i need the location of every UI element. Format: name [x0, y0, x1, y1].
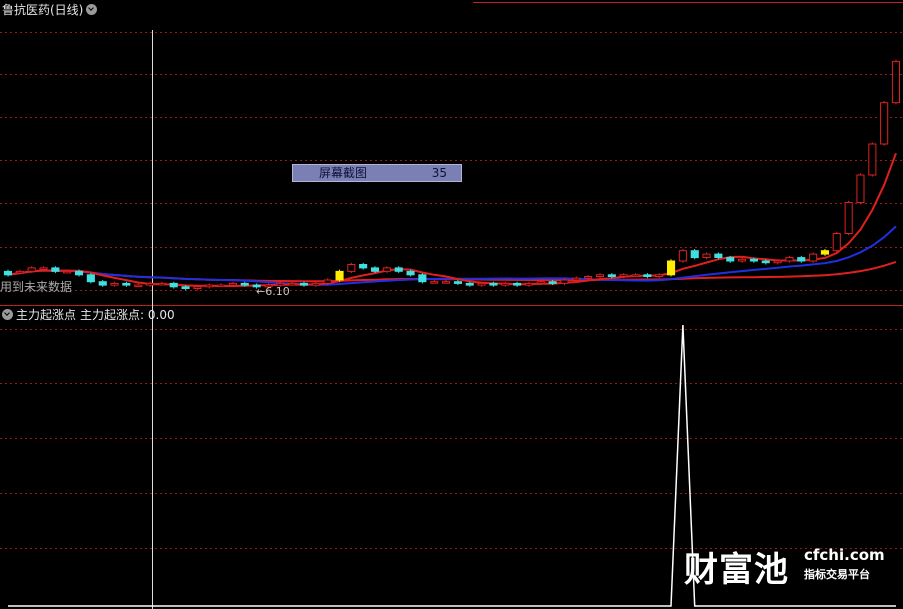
candle-body [110, 282, 119, 286]
candle-body [453, 281, 462, 284]
price-marker-label: ←6.10 [256, 285, 290, 298]
candle-body [418, 274, 427, 283]
candle-body [631, 274, 640, 277]
candle-body [465, 282, 474, 286]
candle-body [501, 282, 510, 286]
candle-body [702, 253, 711, 259]
candle-body [217, 284, 226, 288]
candle-body [51, 267, 60, 272]
candle-body [3, 270, 12, 276]
candle-body [39, 267, 48, 270]
candle-body [548, 281, 557, 284]
candle-body [667, 260, 676, 276]
main-panel-title[interactable]: 鲁抗医药(日线) [2, 3, 98, 17]
candle-body [738, 258, 747, 262]
candle-body [856, 174, 865, 203]
candle-body [311, 282, 320, 286]
chevron-down-icon[interactable] [86, 4, 98, 15]
candle-body [749, 258, 759, 262]
arrow-left-icon: ← [256, 285, 265, 298]
indicator-value: 主力起涨点: 0.00 [80, 308, 175, 322]
candle-body [181, 286, 190, 289]
candle-body [714, 253, 723, 259]
candle-body [430, 281, 439, 284]
candle-body [442, 281, 451, 284]
candle-body [347, 264, 356, 272]
candle-body [536, 281, 545, 284]
ma-mid-line [7, 225, 897, 286]
candle-body [880, 102, 889, 145]
candle-body [359, 264, 368, 269]
future-data-label: 用到未来数据 [0, 280, 73, 294]
watermark-tagline: 指标交易平台 [804, 568, 870, 581]
candle-body [299, 282, 308, 286]
candle-body [678, 250, 687, 262]
sub-panel-title[interactable]: 主力起涨点 主力起涨点: 0.00 [2, 308, 175, 322]
candle-body [785, 257, 794, 262]
candle-body [868, 143, 877, 176]
candle-body [809, 253, 818, 262]
stock-chart-canvas: ←6.10 [0, 2, 903, 609]
candle-body [63, 270, 72, 274]
candle-body [134, 284, 143, 288]
candle-body [655, 274, 664, 277]
candle-body [205, 284, 214, 288]
candle-body [27, 267, 36, 272]
screenshot-number: 35 [431, 166, 447, 180]
candle-body [228, 282, 237, 286]
candle-body [75, 270, 84, 276]
candle-body [797, 257, 806, 262]
main-panel-grid [0, 32, 903, 291]
candle-body [513, 282, 522, 286]
candle-body [832, 233, 841, 252]
candle-body [240, 282, 249, 286]
candle-body [157, 282, 166, 286]
candle-body [560, 279, 569, 284]
candle-body [489, 282, 498, 286]
candle-body [773, 260, 782, 264]
candle-body [193, 286, 202, 289]
candle-body [643, 274, 652, 277]
candle-body [335, 270, 344, 281]
candle-body [607, 274, 616, 277]
candle-body [122, 282, 131, 286]
screenshot-label: 屏幕截图 [319, 166, 368, 180]
candle-body [323, 279, 332, 284]
candle-body [726, 257, 735, 262]
candle-body [146, 282, 155, 286]
candle-body [382, 267, 391, 272]
candle-body [761, 260, 770, 264]
candle-body [572, 277, 581, 281]
watermark-brand: 财富池 [684, 550, 789, 590]
candle-body [394, 267, 403, 272]
indicator-name: 主力起涨点 [16, 308, 77, 322]
candle-body [477, 282, 486, 286]
candle-body [820, 250, 830, 255]
candle-body [406, 270, 415, 276]
candle-body [619, 274, 628, 277]
candle-body [371, 267, 380, 272]
candle-body [584, 276, 593, 279]
screenshot-tooltip[interactable]: 屏幕截图 35 [292, 164, 462, 182]
candle-body [844, 202, 853, 234]
watermark-domain: cfchi.com [804, 546, 885, 564]
candle-body [690, 250, 699, 259]
candle-body [524, 282, 534, 286]
candle-body [98, 281, 107, 286]
candle-body [169, 282, 178, 288]
sub-panel-grid [0, 329, 903, 549]
chevron-down-icon[interactable] [2, 309, 13, 320]
candle-body [595, 274, 605, 277]
candle-body [15, 270, 24, 274]
candle-body [891, 60, 901, 104]
candle-body [86, 274, 95, 283]
stock-title: 鲁抗医药(日线) [2, 3, 84, 17]
